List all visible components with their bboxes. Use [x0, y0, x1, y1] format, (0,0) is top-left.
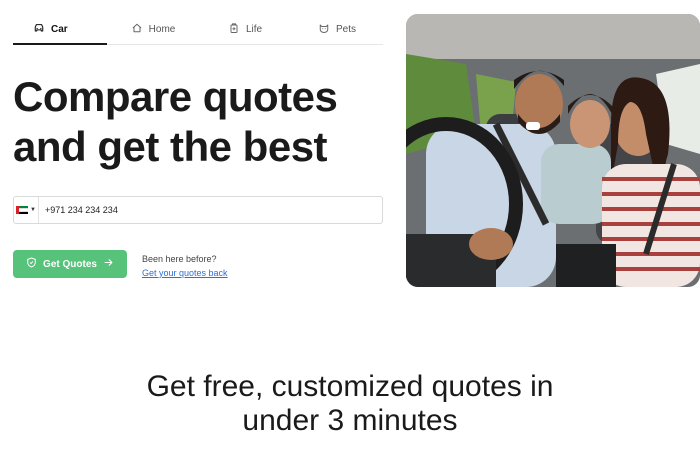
tab-life[interactable]: Life	[199, 14, 291, 44]
arrow-right-icon	[103, 257, 114, 271]
tab-car[interactable]: Car	[13, 14, 107, 45]
pet-icon	[318, 22, 330, 37]
phone-field: ▼	[13, 196, 383, 224]
returning-user-block: Been here before? Get your quotes back	[142, 252, 228, 280]
car-icon	[33, 22, 45, 37]
chevron-down-icon: ▼	[30, 207, 36, 213]
phone-input[interactable]	[39, 204, 382, 216]
get-quotes-label: Get Quotes	[43, 258, 97, 270]
hero-photo	[406, 14, 700, 287]
country-code-dropdown[interactable]: ▼	[14, 197, 39, 223]
insurance-tabs: Car Home Life Pets	[13, 14, 383, 45]
life-icon	[228, 22, 240, 37]
uae-flag-icon	[16, 206, 29, 214]
tab-home-label: Home	[148, 23, 176, 35]
page-title: Compare quotes and get the best	[13, 72, 393, 172]
section-heading: Get free, customized quotes in under 3 m…	[0, 370, 700, 438]
returning-user-text: Been here before?	[142, 254, 217, 264]
tab-pets[interactable]: Pets	[291, 14, 383, 44]
tab-home[interactable]: Home	[107, 14, 199, 44]
section-heading-line-2: under 3 minutes	[242, 404, 458, 437]
headline-line-1: Compare quotes	[13, 73, 338, 120]
home-icon	[131, 22, 143, 37]
get-quotes-back-link[interactable]: Get your quotes back	[142, 266, 228, 280]
section-heading-line-1: Get free, customized quotes in	[146, 370, 554, 403]
tab-life-label: Life	[245, 23, 263, 35]
tab-pets-label: Pets	[335, 23, 356, 35]
tab-car-label: Car	[51, 23, 68, 35]
headline-line-2: and get the best	[13, 123, 328, 170]
get-quotes-button[interactable]: Get Quotes	[13, 250, 127, 278]
shield-icon	[26, 257, 37, 271]
